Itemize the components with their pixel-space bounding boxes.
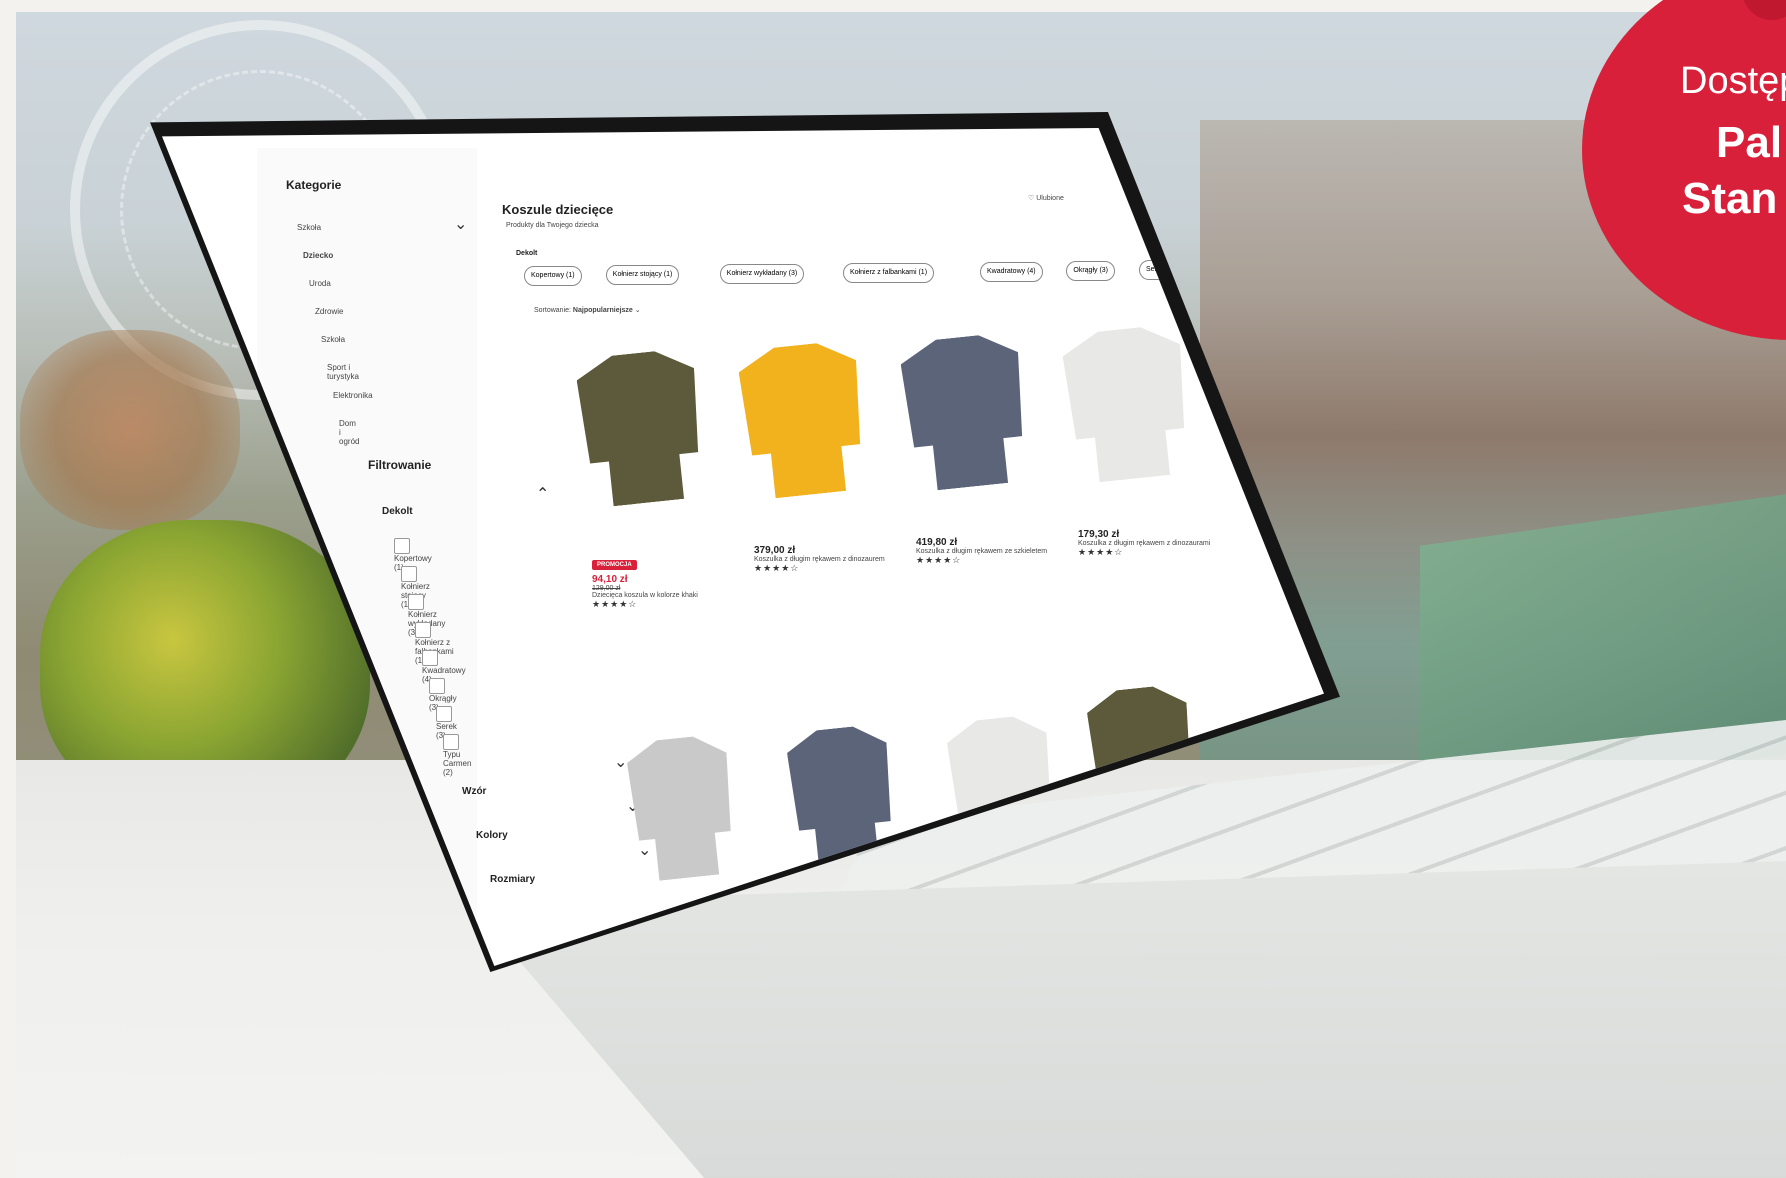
category-item[interactable]: Sport i turystyka (327, 363, 359, 381)
product-info: 379,00 zł Koszulka z długim rękawem z din… (754, 545, 894, 574)
product-image[interactable] (625, 733, 739, 883)
promo-tag: PROMOCJA (592, 560, 637, 570)
rating-stars-icon: ★★★★☆ (1078, 547, 1124, 557)
saved-label: Ulubione (1036, 195, 1064, 202)
product-image[interactable] (1060, 323, 1193, 485)
product-image[interactable] (898, 331, 1031, 493)
checkbox[interactable] (429, 678, 445, 694)
product-image[interactable] (736, 339, 869, 501)
product-name[interactable]: Dziecięca koszula w kolorze khaki (592, 592, 732, 599)
checkbox[interactable] (394, 538, 410, 554)
background-trees-autumn (20, 330, 240, 530)
checkbox[interactable] (401, 566, 417, 582)
category-item[interactable]: Uroda (309, 279, 331, 288)
filter-section-2[interactable]: Kolory (476, 830, 508, 841)
page-subtitle: Produkty dla Twojego dziecka (506, 222, 599, 229)
filter-section-3[interactable]: Rozmiary (490, 874, 535, 885)
product-old-price: 129,00 zł (592, 585, 621, 592)
filter-chip[interactable]: Kołnierz wykładany (3) (719, 264, 805, 284)
category-item[interactable]: Szkoła (321, 335, 345, 344)
checkbox[interactable] (408, 594, 424, 610)
category-item[interactable]: Zdrowie (315, 307, 343, 316)
checkbox[interactable] (422, 650, 438, 666)
checkbox[interactable] (443, 734, 459, 750)
chevron-down-icon[interactable]: ⌄ (614, 752, 627, 772)
product-info: 179,30 zł Koszulka z długim rękawem z din… (1078, 529, 1218, 558)
product-name[interactable]: Koszulka z długim rękawem z dinozaurem (754, 556, 894, 563)
sort-control[interactable]: Sortowanie: Najpopularniejsze ⌄ (534, 306, 641, 314)
rating-stars-icon: ★★★★☆ (916, 555, 962, 565)
categories-title: Kategorie (286, 178, 342, 192)
neckline-option-label: Typu Carmen (2) (443, 750, 472, 777)
rating-stars-icon: ★★★★☆ (754, 563, 800, 573)
product-name[interactable]: Koszulka z długim rękawem ze szkieletem (916, 548, 1056, 555)
filter-section-1[interactable]: Wzór (462, 786, 486, 797)
chevron-up-icon[interactable]: ⌃ (536, 484, 549, 504)
photo-scene: Kategorie Szkoła Dziecko Uroda Zdrowie Szkoł… (0, 0, 1786, 1178)
chevron-down-icon[interactable]: ⌄ (454, 214, 467, 234)
checkbox[interactable] (436, 706, 452, 722)
badge-line-3: Stan (1682, 174, 1778, 223)
page-title: Koszule dziecięce (502, 202, 614, 217)
filter-chip[interactable]: Kołnierz z falbankami (1) (843, 263, 935, 283)
product-info: PROMOCJA 94,10 zł 129,00 zł Dziecięca koszu… (592, 553, 732, 610)
neckline-option[interactable]: Typu Carmen (2) (443, 734, 471, 777)
sort-label: Sortowanie: (534, 307, 571, 314)
product-name[interactable]: Koszulka z długim rękawem z dinozaurami (1078, 540, 1218, 547)
category-item[interactable]: Szkoła (297, 223, 321, 232)
product-image[interactable] (574, 347, 707, 509)
neckline-filter-title: Dekolt (382, 506, 413, 517)
chevron-down-icon[interactable]: ⌄ (638, 840, 651, 860)
filter-chip[interactable]: Kopertowy (1) (524, 266, 582, 286)
rating-stars-icon: ★★★★☆ (592, 599, 638, 609)
badge-line-1: Dostęp (1680, 60, 1786, 102)
product-price: 179,30 zł (1078, 529, 1120, 540)
filter-chip[interactable]: Kwadratowy (4) (980, 262, 1043, 282)
checkbox[interactable] (415, 622, 431, 638)
badge-dot (1742, 0, 1786, 20)
filter-chip[interactable]: Kołnierz stojący (1) (605, 265, 680, 285)
product-price: 379,00 zł (754, 545, 796, 556)
saved-link[interactable]: ♡ Ulubione (1028, 194, 1064, 202)
product-price: 94,10 zł (592, 574, 628, 585)
category-item[interactable]: Elektronika (333, 391, 373, 400)
product-info: 419,80 zł Koszulka z długim rękawem ze sz… (916, 537, 1056, 566)
badge-line-2: Pal (1716, 118, 1783, 167)
product-price: 419,80 zł (916, 537, 958, 548)
category-item[interactable]: Dziecko (303, 251, 333, 260)
filter-chip[interactable]: Okrągły (3) (1066, 261, 1116, 281)
chips-title: Dekolt (516, 250, 538, 257)
sort-value: Najpopularniejsze (572, 307, 633, 314)
category-item[interactable]: Dom i ogród (339, 419, 359, 446)
filter-title: Filtrowanie (368, 458, 432, 472)
